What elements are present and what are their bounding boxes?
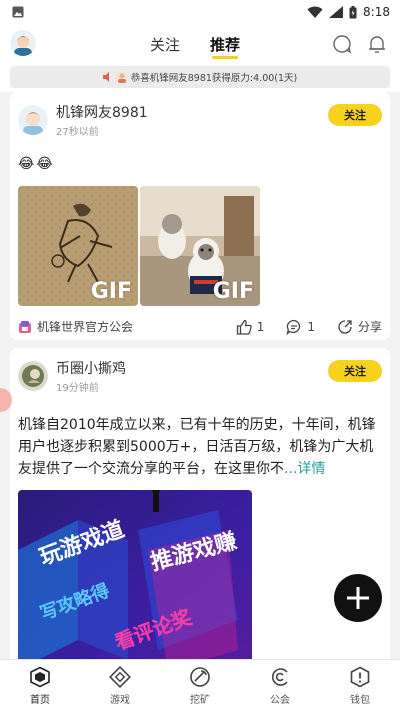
nav-wallet[interactable]: 钱包 bbox=[330, 666, 390, 706]
nav-home[interactable]: 首页 bbox=[10, 666, 70, 706]
guild-tag[interactable]: 机锋世界官方公会 bbox=[18, 318, 236, 335]
wifi-icon bbox=[307, 6, 323, 18]
post-time: 19分钟前 bbox=[56, 383, 99, 394]
post-header: 币圈小撕鸡 19分钟前 关注 bbox=[10, 348, 390, 394]
status-right: 8:18 bbox=[307, 5, 390, 19]
status-time: 8:18 bbox=[363, 5, 390, 19]
emoji-laugh: 😂 bbox=[18, 156, 35, 172]
bottom-nav: 首页 游戏 挖矿 公会 钱包 bbox=[0, 659, 400, 711]
gif-label: GIF bbox=[90, 279, 132, 304]
username[interactable]: 机锋网友8981 bbox=[56, 102, 148, 122]
nav-games[interactable]: 游戏 bbox=[90, 665, 150, 706]
post-header: 机锋网友8981 27秒以前 关注 bbox=[10, 92, 390, 138]
tab-recommended[interactable]: 推荐 bbox=[210, 34, 240, 59]
tab-following[interactable]: 关注 bbox=[150, 34, 180, 55]
username[interactable]: 币圈小撕鸡 bbox=[56, 358, 126, 378]
nav-mining[interactable]: 挖矿 bbox=[170, 666, 230, 706]
game-diamond-icon bbox=[109, 665, 131, 688]
post-time: 27秒以前 bbox=[56, 127, 99, 138]
notice-bar[interactable]: 恭喜机锋网友8981获得原力:4.00(1天) bbox=[10, 66, 390, 88]
user-avatar[interactable] bbox=[18, 105, 48, 135]
gif-image-ink-painting[interactable]: GIF bbox=[18, 186, 138, 306]
guild-icon bbox=[272, 667, 288, 686]
post-text[interactable]: 机锋自2010年成立以来，已有十年的历史，十年间，机锋用户也逐步积累到5000万… bbox=[10, 394, 390, 480]
user-info: 机锋网友8981 27秒以前 bbox=[56, 102, 148, 138]
gif-image-cats[interactable]: GIF bbox=[140, 186, 260, 306]
comment-icon bbox=[286, 319, 301, 335]
message-icon[interactable] bbox=[332, 34, 352, 54]
post-banner-image[interactable]: 玩游戏道 推游戏赚 写攻略得 看评论奖 bbox=[18, 490, 252, 680]
nav-label: 游戏 bbox=[110, 694, 130, 706]
post-card[interactable]: 币圈小撕鸡 19分钟前 关注 机锋自2010年成立以来，已有十年的历史，十年间，… bbox=[10, 348, 390, 680]
guild-name: 机锋世界官方公会 bbox=[37, 320, 134, 334]
nav-label: 公会 bbox=[270, 694, 290, 706]
more-link[interactable]: ...详情 bbox=[284, 461, 325, 477]
post-emoji-row: 😂 😂 bbox=[10, 138, 390, 178]
comment-button[interactable]: 1 bbox=[286, 319, 315, 335]
gallery-notification-icon bbox=[12, 6, 24, 18]
follow-button[interactable]: 关注 bbox=[328, 360, 382, 382]
post-footer: 机锋世界官方公会 1 1 分享 bbox=[10, 306, 390, 345]
signal-icon bbox=[329, 6, 344, 18]
thumbs-up-icon bbox=[236, 319, 252, 335]
post-card[interactable]: 机锋网友8981 27秒以前 关注 😂 😂 GIF GIF 机锋世界官方公会 1… bbox=[10, 92, 390, 340]
user-avatar-small-icon bbox=[115, 71, 128, 83]
notice-text: 恭喜机锋网友8981获得原力:4.00(1天) bbox=[130, 73, 298, 84]
top-nav: 关注 推荐 bbox=[0, 24, 400, 66]
bell-icon[interactable] bbox=[368, 34, 386, 54]
follow-button[interactable]: 关注 bbox=[328, 104, 382, 126]
feed-tabs: 关注 推荐 bbox=[150, 34, 240, 59]
share-icon bbox=[338, 319, 352, 334]
share-button[interactable]: 分享 bbox=[337, 318, 382, 335]
create-post-button[interactable] bbox=[334, 574, 382, 622]
notice-wrap: 恭喜机锋网友8981获得原力:4.00(1天) bbox=[0, 66, 400, 92]
comment-count: 1 bbox=[307, 319, 315, 334]
nav-guild[interactable]: 公会 bbox=[250, 666, 310, 706]
nav-icons bbox=[332, 34, 386, 54]
guild-icon bbox=[19, 320, 31, 333]
like-button[interactable]: 1 bbox=[236, 319, 265, 335]
battery-icon bbox=[349, 5, 357, 18]
nav-label: 挖矿 bbox=[190, 694, 210, 706]
gif-label: GIF bbox=[212, 279, 254, 304]
user-info: 币圈小撕鸡 19分钟前 bbox=[56, 358, 126, 394]
like-count: 1 bbox=[256, 319, 265, 334]
post-actions: 1 1 分享 bbox=[236, 318, 382, 335]
user-avatar[interactable] bbox=[18, 361, 48, 391]
nav-label: 钱包 bbox=[350, 694, 370, 706]
share-label: 分享 bbox=[357, 320, 382, 334]
nav-label: 首页 bbox=[30, 694, 50, 706]
plus-icon bbox=[347, 587, 369, 609]
status-bar: 8:18 bbox=[0, 0, 400, 24]
wallet-icon bbox=[350, 666, 370, 687]
home-cube-icon bbox=[30, 666, 50, 687]
speaker-icon bbox=[102, 72, 109, 82]
status-left bbox=[12, 6, 24, 18]
mining-icon bbox=[190, 666, 210, 687]
my-avatar[interactable] bbox=[10, 30, 36, 56]
emoji-laugh: 😂 bbox=[36, 156, 53, 172]
post-images: GIF GIF bbox=[10, 178, 390, 306]
